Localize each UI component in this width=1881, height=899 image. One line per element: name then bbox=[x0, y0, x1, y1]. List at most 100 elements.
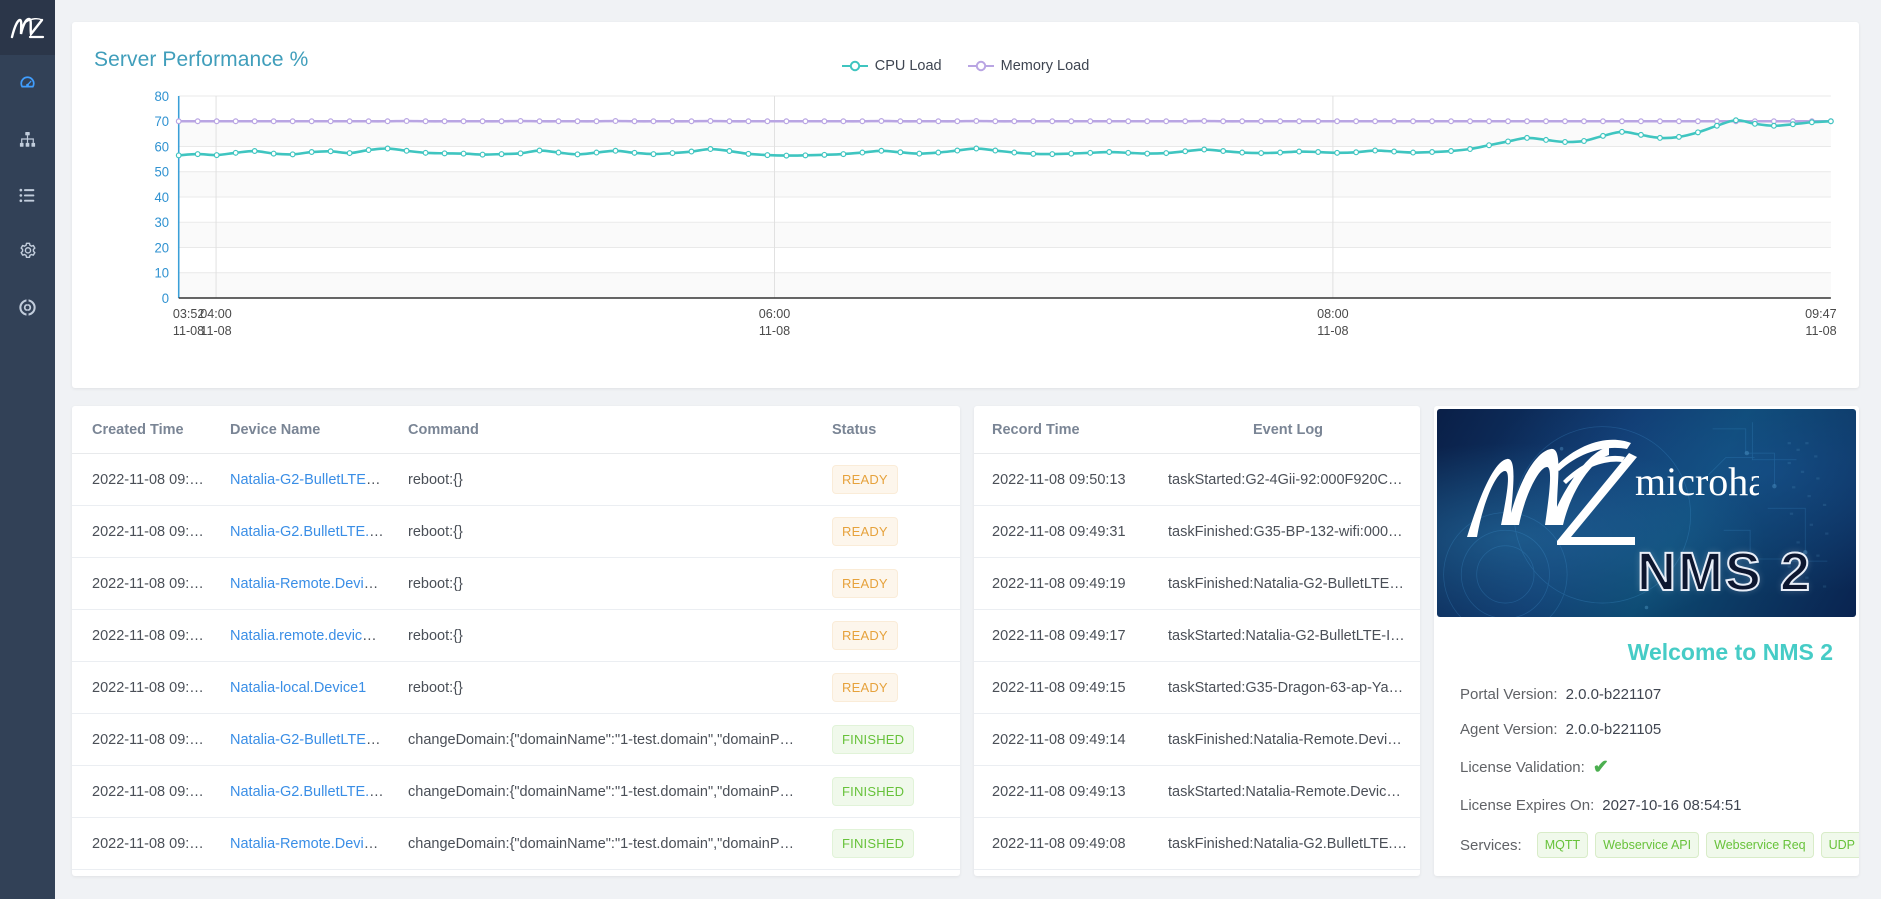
table-row[interactable]: 2022-11-08 09:49:15 taskStarted:G35-Drago… bbox=[974, 661, 1420, 714]
portal-version-label: Portal Version: bbox=[1460, 686, 1558, 703]
performance-line-chart: 0102030405060708003:5211-0804:0011-0806:… bbox=[154, 89, 1836, 338]
device-link[interactable]: Natalia.remote.device.IP2… bbox=[230, 628, 396, 644]
table-row[interactable]: 2022-11-08 09:50:45 Natalia-local.Device1… bbox=[72, 661, 960, 714]
cell-created-time: 2022-11-08 09:50:45 bbox=[72, 609, 218, 662]
cell-device-name[interactable]: Natalia-Remote.Device-IP… bbox=[218, 817, 396, 870]
device-link[interactable]: Natalia-G2.BulletLTE.IP22… bbox=[230, 784, 396, 800]
legend-item-memory-load[interactable]: Memory Load bbox=[967, 58, 1090, 74]
cell-device-name[interactable]: Natalia-G2-BulletLTE-IP.2… bbox=[218, 453, 396, 506]
services-row: Services: MQTT Webservice API Webservice R… bbox=[1460, 832, 1859, 858]
service-badge: MQTT bbox=[1536, 832, 1589, 858]
device-link[interactable]: Natalia-local.Device1 bbox=[230, 680, 366, 696]
svg-text:50: 50 bbox=[154, 165, 169, 180]
cell-command: changeDomain:{"domainName":"1-test.domai… bbox=[396, 817, 820, 870]
svg-text:70: 70 bbox=[154, 114, 169, 129]
cell-created-time: 2022-11-08 09:50:45 bbox=[72, 505, 218, 558]
table-row[interactable]: 2022-11-08 09:49:14 taskFinished:Natalia-… bbox=[974, 713, 1420, 766]
cell-record-time: 2022-11-08 09:49:14 bbox=[974, 713, 1156, 766]
sidebar-logo[interactable] bbox=[0, 0, 55, 55]
sidebar-item-dashboard[interactable] bbox=[0, 55, 55, 111]
column-header-command[interactable]: Command bbox=[396, 406, 820, 454]
cell-created-time: 2022-11-08 09:50:45 bbox=[72, 453, 218, 506]
table-header-row: Created Time Device Name Command Status bbox=[72, 406, 960, 454]
device-link[interactable]: Natalia-Remote.Device-IP… bbox=[230, 576, 396, 592]
cell-device-name[interactable]: Natalia-G2.BulletLTE.IP22… bbox=[218, 505, 396, 558]
page-title: Server Performance % bbox=[94, 48, 309, 71]
cell-created-time: 2022-11-08 09:50:45 bbox=[72, 661, 218, 714]
cell-device-name[interactable]: Natalia.remote.device.IP2… bbox=[218, 609, 396, 662]
column-header-event-log[interactable]: Event Log bbox=[1156, 406, 1420, 454]
svg-text:microhard: microhard bbox=[1635, 459, 1759, 504]
agent-version-label: Agent Version: bbox=[1460, 721, 1558, 738]
svg-text:10: 10 bbox=[154, 266, 169, 281]
svg-text:06:00: 06:00 bbox=[759, 306, 791, 321]
cell-status: READY bbox=[820, 661, 960, 714]
sidebar-item-settings[interactable] bbox=[0, 223, 55, 279]
service-badge: Webservice API bbox=[1595, 832, 1700, 858]
column-header-device-name[interactable]: Device Name bbox=[218, 406, 396, 454]
table-row[interactable]: 2022-11-08 09:49:19 taskFinished:Natalia-… bbox=[974, 557, 1420, 610]
cell-status: READY bbox=[820, 505, 960, 558]
welcome-title: Welcome to NMS 2 bbox=[1627, 639, 1833, 665]
svg-text:40: 40 bbox=[154, 190, 169, 205]
cell-created-time: 2022-11-08 09:50:45 bbox=[72, 557, 218, 610]
legend-label: Memory Load bbox=[1000, 58, 1090, 74]
cell-status: READY bbox=[820, 609, 960, 662]
device-link[interactable]: Natalia-G2-BulletLTE-IP.2… bbox=[230, 732, 396, 748]
table-header-row: Record Time Event Log bbox=[974, 406, 1420, 454]
svg-text:11-08: 11-08 bbox=[200, 323, 231, 338]
table-row[interactable]: 2022-11-08 09:48:41 Natalia-G2.BulletLTE.… bbox=[72, 765, 960, 818]
svg-text:08:00: 08:00 bbox=[1317, 306, 1349, 321]
table-row[interactable]: 2022-11-08 09:49:08 taskFinished:Natalia-… bbox=[974, 817, 1420, 870]
status-badge: READY bbox=[832, 621, 898, 650]
column-header-record-time[interactable]: Record Time bbox=[974, 406, 1156, 454]
device-link[interactable]: Natalia-G2-BulletLTE-IP.2… bbox=[230, 472, 396, 488]
cell-status: FINISHED bbox=[820, 713, 960, 766]
services-badge-list: MQTTWebservice APIWebservice ReqUDP Rep bbox=[1536, 832, 1859, 858]
legend-marker-icon bbox=[967, 60, 994, 72]
device-link[interactable]: Natalia-Remote.Device-IP… bbox=[230, 836, 396, 852]
table-row[interactable]: 2022-11-08 09:49:17 taskStarted:Natalia-G… bbox=[974, 609, 1420, 662]
check-icon: ✔ bbox=[1592, 757, 1609, 778]
table-row[interactable]: 2022-11-08 09:50:45 Natalia.remote.device… bbox=[72, 609, 960, 662]
cell-command: changeDomain:{"domainName":"1-test.domai… bbox=[396, 765, 820, 818]
cell-created-time: 2022-11-08 09:48:41 bbox=[72, 817, 218, 870]
device-link[interactable]: Natalia-G2.BulletLTE.IP22… bbox=[230, 524, 396, 540]
sidebar-item-support[interactable] bbox=[0, 279, 55, 335]
dashboard-icon bbox=[20, 75, 35, 88]
license-validation-row: License Validation: ✔ bbox=[1460, 756, 1833, 779]
table-row[interactable]: 2022-11-08 09:50:45 Natalia-G2-BulletLTE-… bbox=[72, 453, 960, 506]
table-row[interactable]: 2022-11-08 09:50:45 Natalia-G2.BulletLTE.… bbox=[72, 505, 960, 558]
legend-item-cpu-load[interactable]: CPU Load bbox=[841, 58, 942, 74]
cell-device-name[interactable]: Natalia-Remote.Device-IP… bbox=[218, 557, 396, 610]
column-header-status[interactable]: Status bbox=[820, 406, 960, 454]
cell-status: READY bbox=[820, 453, 960, 506]
cell-device-name[interactable]: Natalia-G2.BulletLTE.IP22… bbox=[218, 765, 396, 818]
cell-device-name[interactable]: Natalia-local.Device1 bbox=[218, 661, 396, 714]
status-badge: FINISHED bbox=[832, 725, 915, 754]
table-row[interactable]: 2022-11-08 09:48:41 Natalia-G2-BulletLTE-… bbox=[72, 713, 960, 766]
table-row[interactable]: 2022-11-08 09:50:13 taskStarted:G2-4Gii-9… bbox=[974, 453, 1420, 506]
table-row[interactable]: 2022-11-08 09:48:41 Natalia-Remote.Device… bbox=[72, 817, 960, 870]
status-badge: READY bbox=[832, 569, 898, 598]
cell-event-log: taskStarted:G35-Dragon-63-ap-Yan:000… bbox=[1156, 661, 1420, 714]
chart-legend: CPU Load Memory Load bbox=[72, 58, 1859, 74]
cell-record-time: 2022-11-08 09:49:08 bbox=[974, 817, 1156, 870]
sidebar-item-device-list[interactable] bbox=[0, 167, 55, 223]
cell-event-log: taskFinished:Natalia-G2.BulletLTE.IP221… bbox=[1156, 817, 1420, 870]
table-row[interactable]: 2022-11-08 09:49:13 taskStarted:Natalia-R… bbox=[974, 765, 1420, 818]
svg-text:11-08: 11-08 bbox=[1317, 323, 1348, 338]
cell-command: reboot:{} bbox=[396, 453, 820, 506]
cell-record-time: 2022-11-08 09:49:15 bbox=[974, 661, 1156, 714]
column-header-created-time[interactable]: Created Time bbox=[72, 406, 218, 454]
table-row[interactable]: 2022-11-08 09:50:45 Natalia-Remote.Device… bbox=[72, 557, 960, 610]
cell-status: FINISHED bbox=[820, 765, 960, 818]
table-row[interactable]: 2022-11-08 09:49:31 taskFinished:G35-BP-1… bbox=[974, 505, 1420, 558]
status-badge: FINISHED bbox=[832, 829, 915, 858]
cell-event-log: taskFinished:Natalia-Remote.Device-IP2… bbox=[1156, 713, 1420, 766]
sidebar bbox=[0, 0, 55, 899]
sidebar-item-network-topology[interactable] bbox=[0, 111, 55, 167]
cell-command: changeDomain:{"domainName":"1-test.domai… bbox=[396, 713, 820, 766]
chart-plot-area[interactable]: 0 10 20 30 40 50 60 70 80 03:52 11-08 04:00 11-08 06:… bbox=[72, 82, 1859, 388]
cell-device-name[interactable]: Natalia-G2-BulletLTE-IP.2… bbox=[218, 713, 396, 766]
